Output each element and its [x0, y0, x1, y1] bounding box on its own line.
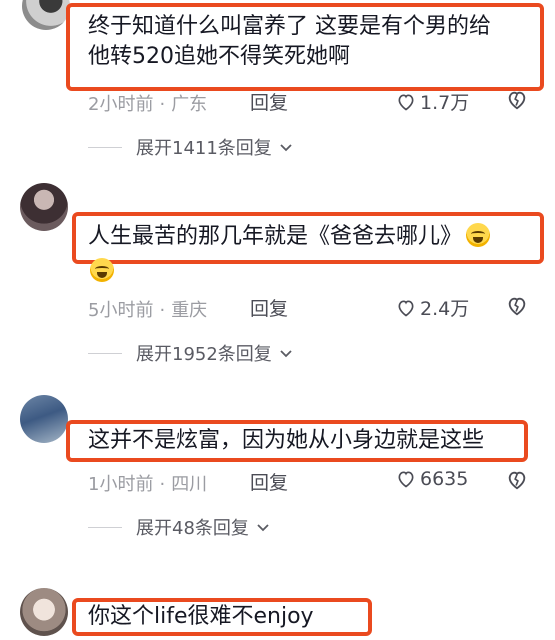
comment-time: 5小时前 — [88, 300, 154, 321]
comment-location: 四川 — [171, 474, 208, 495]
separator: · — [159, 474, 166, 495]
heart-icon — [398, 93, 414, 110]
like-button[interactable]: 6635 — [396, 468, 468, 490]
comment-line: 这并不是炫富，因为她从小身边就是这些 — [88, 428, 485, 453]
chevron-down-icon — [255, 519, 271, 535]
broken-heart-icon[interactable] — [506, 89, 528, 111]
comment-line: 他转520追她不得笑死她啊 — [88, 44, 350, 69]
separator: · — [159, 300, 166, 321]
comment-meta: 1小时前 · 四川 — [88, 470, 207, 496]
expand-label: 展开48条回复 — [136, 518, 249, 539]
comment-text: 这并不是炫富，因为她从小身边就是这些 — [88, 426, 484, 456]
comment-location: 广东 — [171, 94, 208, 115]
comment-line: 终于知道什么叫富养了 这要是有个男的给 — [88, 14, 491, 39]
broken-heart-icon[interactable] — [506, 469, 528, 491]
avatar[interactable] — [20, 395, 68, 443]
chevron-down-icon — [278, 345, 294, 361]
expand-replies-button[interactable]: 展开48条回复 — [88, 514, 271, 540]
avatar[interactable] — [22, 0, 70, 30]
reply-button[interactable]: 回复 — [250, 294, 288, 321]
like-count: 1.7万 — [420, 92, 470, 114]
comment-meta: 5小时前 · 重庆 — [88, 296, 207, 322]
expand-replies-button[interactable]: 展开1411条回复 — [88, 134, 294, 160]
like-button[interactable]: 2.4万 — [396, 294, 469, 321]
comment-line: 人生最苦的那几年就是《爸爸去哪儿》 — [88, 224, 463, 249]
chevron-down-icon — [278, 139, 294, 155]
comment-location: 重庆 — [171, 300, 208, 321]
comment-text: 终于知道什么叫富养了 这要是有个男的给 他转520追她不得笑死她啊 — [88, 12, 491, 72]
heart-icon — [398, 471, 414, 488]
avatar[interactable] — [20, 588, 68, 636]
comment-line: 你这个life很难不enjoy — [88, 604, 314, 629]
comment-text: 你这个life很难不enjoy — [88, 602, 314, 632]
avatar[interactable] — [20, 183, 68, 231]
like-count: 2.4万 — [420, 298, 470, 320]
expand-label: 展开1411条回复 — [136, 138, 272, 159]
like-count: 6635 — [420, 468, 469, 490]
expand-label: 展开1952条回复 — [136, 344, 272, 365]
separator: · — [159, 94, 166, 115]
reply-button[interactable]: 回复 — [250, 88, 288, 115]
comment-meta: 2小时前 · 广东 — [88, 90, 207, 116]
broken-heart-icon[interactable] — [506, 295, 528, 317]
like-button[interactable]: 1.7万 — [396, 88, 469, 115]
divider — [88, 526, 122, 528]
divider — [88, 146, 122, 148]
crying-laughing-emoji-icon — [90, 258, 114, 282]
crying-laughing-emoji-icon — [466, 223, 491, 247]
reply-button[interactable]: 回复 — [250, 468, 288, 495]
comment-time: 2小时前 — [88, 94, 154, 115]
divider — [88, 352, 122, 354]
comment-time: 1小时前 — [88, 474, 154, 495]
heart-icon — [398, 299, 414, 316]
comment-text: 人生最苦的那几年就是《爸爸去哪儿》 — [88, 222, 491, 252]
expand-replies-button[interactable]: 展开1952条回复 — [88, 340, 294, 366]
